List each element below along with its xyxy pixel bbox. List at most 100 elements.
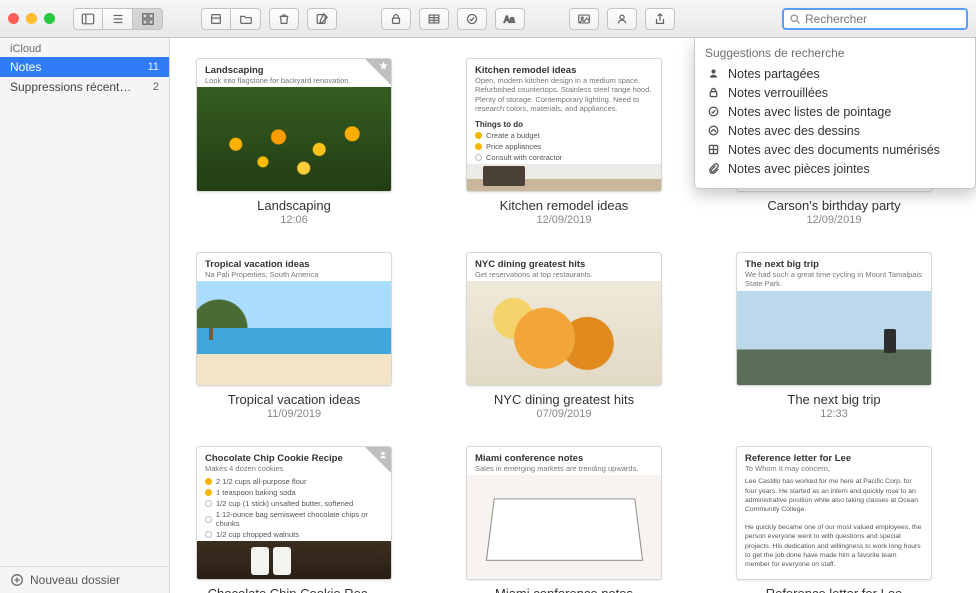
suggestion-label: Notes avec listes de pointage: [728, 105, 891, 119]
card-title: Chocolate Chip Cookie Rec…: [196, 586, 392, 593]
sidebar-item-notes[interactable]: Notes 11: [0, 57, 169, 77]
window-controls: [8, 13, 55, 24]
thumb-subtitle: Look into flagstone for backyard renovat…: [205, 76, 383, 85]
note-card[interactable]: Reference letter for Lee To Whom It may …: [736, 446, 932, 593]
checklist-item: Consult with contractor: [486, 153, 562, 162]
card-title: Reference letter for Lee: [736, 586, 932, 593]
attach-button[interactable]: [201, 8, 231, 30]
search-icon: [789, 13, 801, 25]
pin-icon: [365, 59, 391, 85]
delete-note-button[interactable]: [269, 8, 299, 30]
suggestion-shared-notes[interactable]: Notes partagées: [705, 64, 965, 83]
sidebar-section-header: iCloud: [0, 38, 169, 57]
card-title: Kitchen remodel ideas: [466, 198, 662, 213]
view-list-button[interactable]: [103, 8, 133, 30]
minimize-window[interactable]: [26, 13, 37, 24]
card-date: 12:06: [196, 214, 392, 226]
note-card[interactable]: NYC dining greatest hits Get reservation…: [466, 252, 662, 420]
lock-note-button[interactable]: [381, 8, 411, 30]
search-suggestions-popover: Suggestions de recherche Notes partagées…: [694, 38, 976, 189]
sidebar-item-label: Suppressions récent…: [10, 80, 131, 94]
card-title: Tropical vacation ideas: [196, 392, 392, 407]
sidebar-item-label: Notes: [10, 60, 41, 74]
zoom-window[interactable]: [44, 13, 55, 24]
suggestion-label: Notes verrouillées: [728, 86, 828, 100]
titlebar: Aa: [0, 0, 976, 38]
plus-circle-icon: [10, 573, 24, 587]
suggestion-drawing-notes[interactable]: Notes avec des dessins: [705, 121, 965, 140]
checklist-header: Things to do: [475, 120, 653, 129]
card-title: NYC dining greatest hits: [466, 392, 662, 407]
move-to-folder-button[interactable]: [231, 8, 261, 30]
thumb-image: [467, 281, 661, 385]
search-field-container[interactable]: [782, 8, 968, 30]
card-title: The next big trip: [736, 392, 932, 407]
thumb-title: Kitchen remodel ideas: [475, 65, 653, 76]
collaborate-button[interactable]: [607, 8, 637, 30]
share-button[interactable]: [645, 8, 675, 30]
checklist-item: Create a budget: [486, 131, 540, 140]
sidebar: iCloud Notes 11 Suppressions récent… 2 N…: [0, 38, 170, 593]
thumb-image: [197, 281, 391, 385]
thumb-subtitle: Makes 4 dozen cookies: [205, 464, 383, 473]
thumb-body-line: He quickly became one of our most valued…: [745, 523, 923, 569]
card-title: Landscaping: [196, 198, 392, 213]
checklist-item: 1/2 cup chopped walnuts: [216, 530, 299, 539]
note-card[interactable]: The next big trip We had such a great ti…: [736, 252, 932, 420]
checklist-item: 1/2 cup (1 stick) unsalted butter, softe…: [216, 499, 353, 508]
close-window[interactable]: [8, 13, 19, 24]
new-note-button[interactable]: [307, 8, 337, 30]
thumb-title: Chocolate Chip Cookie Recipe: [205, 453, 383, 464]
shared-icon: [365, 447, 391, 473]
thumb-title: The next big trip: [745, 259, 923, 270]
suggestion-label: Notes avec des dessins: [728, 124, 860, 138]
suggestion-label: Notes avec pièces jointes: [728, 162, 870, 176]
suggestion-attachment-notes[interactable]: Notes avec pièces jointes: [705, 159, 965, 178]
note-card[interactable]: Chocolate Chip Cookie Recipe Makes 4 doz…: [196, 446, 392, 593]
checklist-item: Price appliances: [486, 142, 541, 151]
note-card[interactable]: Miami conference notes Sales in emerging…: [466, 446, 662, 593]
card-date: 07/09/2019: [466, 408, 662, 420]
thumb-title: Miami conference notes: [475, 453, 653, 464]
checklist-item: 1 12-ounce bag semisweet chocolate chips…: [216, 510, 383, 528]
thumb-title: Reference letter for Lee: [745, 453, 923, 464]
view-grid-button[interactable]: [133, 8, 163, 30]
thumb-image: [197, 541, 391, 579]
suggestion-scanned-notes[interactable]: Notes avec des documents numérisés: [705, 140, 965, 159]
note-card[interactable]: Landscaping Look into flagstone for back…: [196, 58, 392, 226]
thumb-subtitle: Na Pali Properties, South America: [205, 270, 383, 279]
thumb-subtitle: Sales in emerging markets are trending u…: [475, 464, 653, 473]
format-button[interactable]: Aa: [495, 8, 525, 30]
thumb-image: [467, 475, 661, 579]
note-card[interactable]: Tropical vacation ideas Na Pali Properti…: [196, 252, 392, 420]
thumb-title: Landscaping: [205, 65, 383, 76]
checklist-button[interactable]: [457, 8, 487, 30]
thumb-subtitle: Get reservations at top restaurants.: [475, 270, 653, 279]
sidebar-item-count: 11: [148, 61, 159, 73]
thumb-subtitle: We had such a great time cycling in Moun…: [745, 270, 923, 289]
checklist-item: 2 1/2 cups all-purpose flour: [216, 477, 306, 486]
card-date: 12:33: [736, 408, 932, 420]
sidebar-item-recently-deleted[interactable]: Suppressions récent… 2: [0, 77, 169, 97]
thumb-subtitle: To Whom It may concern,: [745, 464, 923, 473]
suggestion-checklist-notes[interactable]: Notes avec listes de pointage: [705, 102, 965, 121]
toggle-sidebar-button[interactable]: [73, 8, 103, 30]
thumb-title: Tropical vacation ideas: [205, 259, 383, 270]
checklist-item: 1 teaspoon baking soda: [216, 488, 296, 497]
suggestions-header: Suggestions de recherche: [705, 46, 965, 60]
media-button[interactable]: [569, 8, 599, 30]
suggestion-label: Notes avec des documents numérisés: [728, 143, 940, 157]
thumb-image: [467, 164, 661, 192]
thumb-image: [737, 291, 931, 385]
note-card[interactable]: Kitchen remodel ideas Open, modern kitch…: [466, 58, 662, 226]
table-button[interactable]: [419, 8, 449, 30]
sidebar-item-count: 2: [153, 81, 159, 93]
new-folder-label: Nouveau dossier: [30, 573, 120, 587]
search-input[interactable]: [805, 12, 961, 26]
content-area: Landscaping Look into flagstone for back…: [170, 38, 976, 593]
new-folder-button[interactable]: Nouveau dossier: [0, 566, 169, 593]
thumb-title: NYC dining greatest hits: [475, 259, 653, 270]
card-title: Carson's birthday party: [736, 198, 932, 213]
suggestion-locked-notes[interactable]: Notes verrouillées: [705, 83, 965, 102]
svg-text:Aa: Aa: [504, 14, 515, 24]
